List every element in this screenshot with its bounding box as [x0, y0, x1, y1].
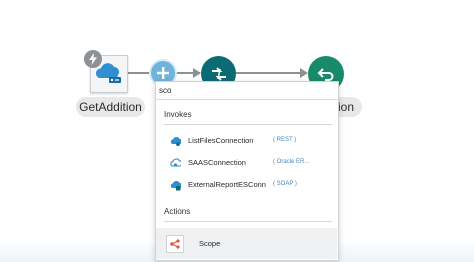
action-item-scope[interactable]: Scope — [156, 228, 337, 259]
action-item-label: Scope — [199, 239, 221, 248]
soap-connection-icon — [170, 180, 181, 191]
invoke-item-listfilesconnection[interactable]: ListFilesConnection ( REST ) — [160, 133, 334, 151]
invoke-item-type: ( Oracle ER... — [273, 159, 310, 165]
search-input[interactable] — [156, 82, 338, 100]
integration-canvas: GetAddition tion Invokes — [0, 0, 474, 262]
invoke-item-label: SAASConnection — [188, 158, 246, 167]
add-action-popup: Invokes ListFilesConnection ( REST ) SAA… — [155, 81, 339, 261]
invoke-item-type: ( SOAP ) — [273, 181, 297, 187]
divider — [164, 221, 332, 222]
divider — [164, 124, 332, 125]
trigger-bolt-icon — [84, 50, 102, 68]
invoke-item-label: ExternalReportESConn — [188, 180, 266, 189]
connector-arrowhead — [193, 68, 201, 78]
actions-section-title: Actions — [164, 207, 191, 216]
invoke-item-externalreportesconn[interactable]: ExternalReportESConn ( SOAP ) — [160, 177, 334, 195]
invoke-item-label: ListFilesConnection — [188, 136, 254, 145]
connector-line — [236, 72, 300, 74]
invoke-item-saasconnection[interactable]: SAASConnection ( Oracle ER... — [160, 155, 334, 173]
scope-icon — [166, 235, 184, 253]
saas-connection-icon — [170, 158, 181, 167]
rest-connection-icon — [170, 136, 181, 146]
map-icon — [211, 66, 226, 81]
invokes-section-title: Invokes — [164, 110, 192, 119]
connector-line — [126, 72, 151, 74]
connector-arrowhead — [300, 68, 308, 78]
invoke-item-type: ( REST ) — [273, 137, 297, 143]
trigger-label[interactable]: GetAddition — [76, 97, 145, 117]
plus-icon — [157, 67, 169, 79]
